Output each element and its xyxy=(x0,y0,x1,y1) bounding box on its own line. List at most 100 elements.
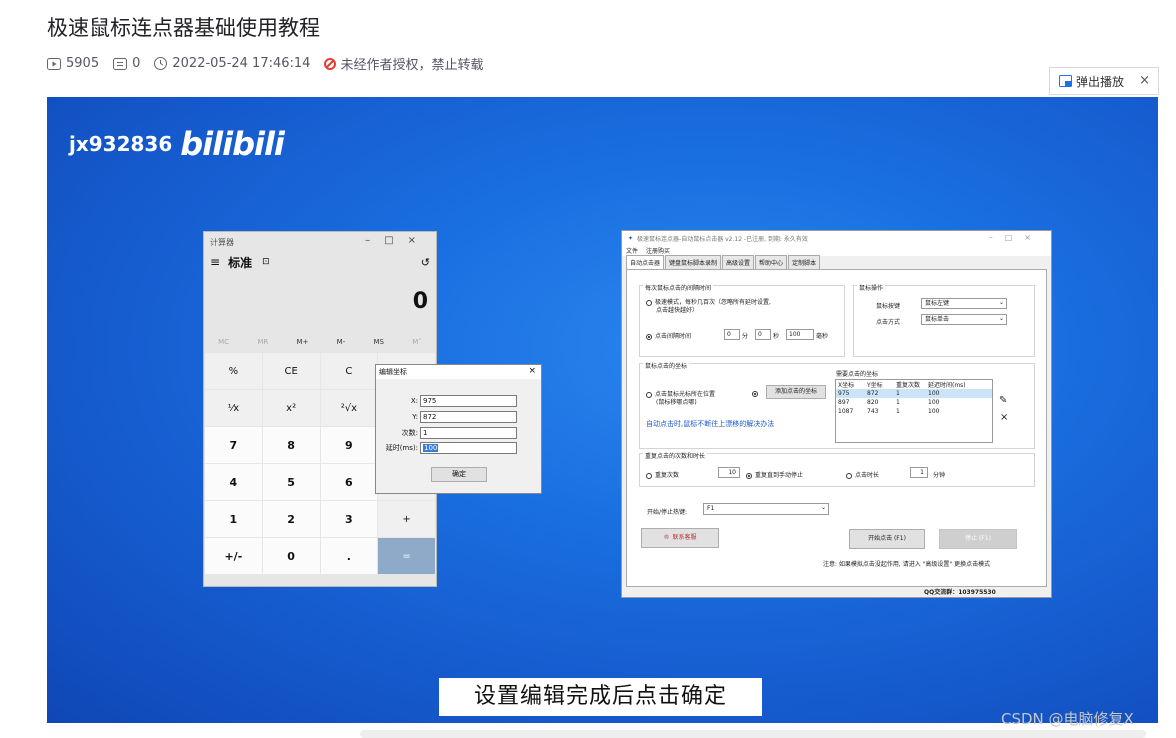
calc-key[interactable]: 5 xyxy=(262,464,320,500)
hamburger-icon[interactable]: ≡ xyxy=(210,255,220,269)
ms-field[interactable]: 100 xyxy=(786,329,814,340)
calc-key-plus[interactable]: + xyxy=(378,501,435,537)
calc-key[interactable]: % xyxy=(205,353,262,389)
edit-icon[interactable]: ✎ xyxy=(999,395,1007,406)
popout-play-button[interactable]: 弹出播放 × xyxy=(1049,67,1159,95)
calc-key[interactable]: 6 xyxy=(320,464,378,500)
calc-key[interactable]: . xyxy=(320,538,378,574)
calculator-mode-bar: ≡ 标准 ⊡ ↺ xyxy=(204,252,436,272)
y-row: Y: 872 xyxy=(376,411,517,423)
x-row: X: 975 xyxy=(376,395,517,407)
calculator-titlebar: 计算器 –□× xyxy=(210,235,430,247)
x-field[interactable]: 975 xyxy=(420,395,517,407)
scroll-bar[interactable] xyxy=(360,730,1146,738)
calc-key[interactable]: C xyxy=(320,353,378,389)
tab-help[interactable]: 帮助中心 xyxy=(755,255,788,269)
view-count: 5905 xyxy=(47,56,99,71)
fixed-coord-radio[interactable] xyxy=(752,390,761,397)
popout-icon xyxy=(1059,74,1072,87)
page-title: 极速鼠标连点器基础使用教程 xyxy=(47,16,320,40)
until-stop-radio[interactable]: 重复直到手动停止 xyxy=(746,470,803,479)
selected-text: 100 xyxy=(423,444,439,452)
csdn-watermark: CSDN @电脑修复X xyxy=(1001,710,1134,728)
mouse-button-select[interactable]: 鼠标左键 xyxy=(921,298,1007,309)
calc-key[interactable]: 2 xyxy=(262,501,320,537)
support-icon: ® xyxy=(663,534,670,541)
drift-help-link[interactable]: 自动点击时,鼠标不断往上漂移的解决办法 xyxy=(646,419,774,429)
table-row[interactable]: 1087 743 1 100 xyxy=(836,407,992,416)
stop-button[interactable]: 停止 (F1) xyxy=(939,529,1017,549)
play-icon xyxy=(47,57,61,70)
calc-key[interactable]: 9 xyxy=(320,427,378,463)
calc-key[interactable]: ⅟x xyxy=(205,390,262,426)
calc-key[interactable]: 4 xyxy=(205,464,262,500)
ok-button[interactable]: 确定 xyxy=(431,467,487,482)
tab-panel: 每次鼠标点击的间隔时间 极速模式，每秒几百次（忽略所有延时设置, 点击越快越好）… xyxy=(626,269,1047,587)
memory-button[interactable]: MR xyxy=(257,338,268,346)
table-row[interactable]: 897 820 1 100 xyxy=(836,398,992,407)
repeat-count-radio[interactable]: 重复次数 xyxy=(646,470,679,479)
menu-file[interactable]: 文件 xyxy=(626,246,638,255)
history-icon[interactable]: ↺ xyxy=(421,256,430,269)
calc-key[interactable]: ²√x xyxy=(320,390,378,426)
calc-key[interactable]: CE xyxy=(262,353,320,389)
count-field[interactable]: 1 xyxy=(420,427,517,439)
add-coordinate-button[interactable]: 添加点击的坐标 xyxy=(766,385,826,399)
window-controls[interactable]: –□× xyxy=(989,233,1043,242)
table-row[interactable]: 975 872 1 100 xyxy=(836,389,992,398)
duration-field[interactable]: 1 xyxy=(910,467,928,478)
calc-key[interactable]: 0 xyxy=(262,538,320,574)
copyright-notice: 未经作者授权，禁止转载 xyxy=(324,54,483,73)
click-mode-select[interactable]: 鼠标单击 xyxy=(921,314,1007,325)
delete-icon[interactable]: × xyxy=(1000,412,1008,423)
calc-key[interactable]: 7 xyxy=(205,427,262,463)
repeat-group: 重复点击的次数和时长 重复次数 10 重复直到手动停止 点击时长 1 分钟 xyxy=(639,451,1035,487)
window-controls[interactable]: –□× xyxy=(365,235,430,246)
memory-button[interactable]: MC xyxy=(218,338,229,346)
delay-field[interactable]: 100 xyxy=(420,442,517,454)
interval-radio[interactable]: 点击间隔时间 xyxy=(646,331,691,340)
comment-count: 0 xyxy=(113,56,140,71)
calc-key[interactable]: 1 xyxy=(205,501,262,537)
mode-label: 标准 xyxy=(228,255,253,270)
keep-on-top-icon[interactable]: ⊡ xyxy=(262,257,270,267)
tab-auto-clicker[interactable]: 自动点击器 xyxy=(626,255,665,269)
dialog-titlebar: 编辑坐标 × xyxy=(376,365,541,379)
calc-key[interactable]: 8 xyxy=(262,427,320,463)
seconds-field[interactable]: 0 xyxy=(755,329,771,340)
y-field[interactable]: 872 xyxy=(420,411,517,423)
tab-advanced[interactable]: 高级设置 xyxy=(722,255,755,269)
minutes-field[interactable]: 0 xyxy=(724,329,740,340)
memory-button[interactable]: MS xyxy=(374,338,384,346)
qq-group: QQ交流群：103975530 xyxy=(924,589,996,596)
table-header: X坐标 Y坐标 重复次数 延迟时间(ms) xyxy=(838,382,966,389)
repeat-count-field[interactable]: 10 xyxy=(718,467,740,478)
video-player[interactable]: jx932836 bilibili 计算器 –□× ≡ 标准 ⊡ ↺ 0 MC … xyxy=(47,97,1158,723)
app-icon: ✦ xyxy=(628,234,634,242)
duration-radio[interactable]: 点击时长 xyxy=(846,470,879,479)
memory-button[interactable]: M- xyxy=(337,338,346,346)
calc-key[interactable]: x² xyxy=(262,390,320,426)
memory-row: MC MR M+ M- MS M˅ xyxy=(204,332,436,352)
calc-key[interactable]: 3 xyxy=(320,501,378,537)
interval-group: 每次鼠标点击的间隔时间 极速模式，每秒几百次（忽略所有延时设置, 点击越快越好）… xyxy=(639,283,845,357)
memory-button[interactable]: M˅ xyxy=(412,338,422,346)
publish-time: 2022-05-24 17:46:14 xyxy=(154,56,310,71)
clicker-titlebar: ✦ 极速鼠标连点器-自动鼠标点击器 v2.12 -已注册, 到期: 永久有效 –… xyxy=(622,231,1051,245)
close-icon[interactable]: × xyxy=(528,366,536,376)
coord-group: 鼠标点击的坐标 点击鼠标光标所在位置 (鼠标移哪点哪) 添加点击的坐标 自动点击… xyxy=(639,361,1035,449)
memory-button[interactable]: M+ xyxy=(297,338,309,346)
calc-key-equals[interactable]: = xyxy=(378,538,435,574)
tab-custom-script[interactable]: 定制脚本 xyxy=(788,255,821,269)
contact-support-button[interactable]: ® 联系客服 xyxy=(641,528,719,548)
menu-register[interactable]: 注册购买 xyxy=(646,246,670,255)
tab-bar: 自动点击器 键盘鼠标脚本录制 高级设置 帮助中心 定制脚本 xyxy=(622,255,1051,269)
count-row: 次数: 1 xyxy=(376,427,517,439)
close-icon[interactable]: × xyxy=(1139,73,1150,88)
calc-key[interactable]: +/- xyxy=(205,538,262,574)
tab-script-record[interactable]: 键盘鼠标脚本录制 xyxy=(665,255,722,269)
comment-icon xyxy=(113,57,128,70)
hotkey-select[interactable]: F1 xyxy=(703,503,829,515)
start-click-button[interactable]: 开始点击 (F1) xyxy=(849,529,925,549)
post-meta: 5905 0 2022-05-24 17:46:14 未经作者授权，禁止转载 xyxy=(47,54,497,73)
